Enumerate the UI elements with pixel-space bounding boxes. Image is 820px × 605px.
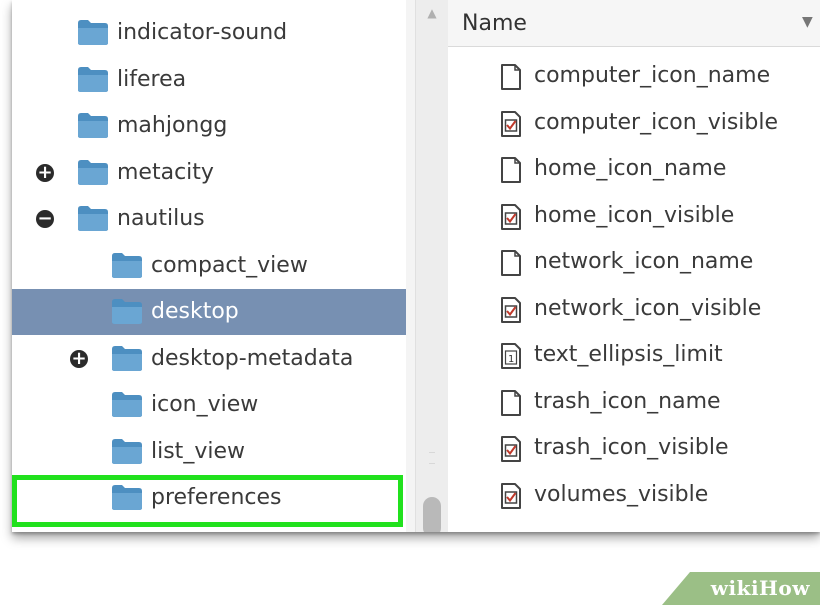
tree-item-preferences[interactable]: preferences [12,475,403,527]
scroll-grip [429,452,435,464]
key-row-computer_icon_visible[interactable]: computer_icon_visible [448,101,820,147]
checkbox-icon [500,203,522,231]
key-label: trash_icon_visible [534,435,729,460]
checkbox-icon [500,435,522,463]
string-icon [500,249,522,277]
tree-item-compact_view[interactable]: compact_view [12,243,406,289]
folder-icon [76,17,110,47]
collapse-minus-icon[interactable]: − [36,210,54,228]
tree-item-label: desktop [151,299,239,324]
folder-icon [110,250,144,280]
integer-icon: 1 [500,342,522,370]
svg-text:1: 1 [508,354,514,365]
key-row-volumes_visible[interactable]: volumes_visible [448,473,820,519]
key-row-network_icon_visible[interactable]: network_icon_visible [448,287,820,333]
key-row-computer_icon_name[interactable]: computer_icon_name [448,54,820,100]
tree-item-mahjongg[interactable]: mahjongg [12,103,406,149]
key-row-trash_icon_visible[interactable]: trash_icon_visible [448,426,820,472]
schema-tree: indicator-sound liferea mahjongg + metacity −… [12,0,406,532]
key-label: computer_icon_name [534,63,771,88]
checkbox-icon [500,296,522,324]
string-icon [500,63,522,91]
folder-icon [76,110,110,140]
tree-item-list_view[interactable]: list_view [12,429,406,475]
key-row-home_icon_visible[interactable]: home_icon_visible [448,194,820,240]
watermark-text: wikiHow [710,576,810,600]
string-icon [500,389,522,417]
tree-item-label: desktop-metadata [151,345,354,371]
tree-item-metacity[interactable]: + metacity [12,150,406,196]
wikihow-watermark: wikiHow [662,572,820,605]
tree-item-label: metacity [117,159,214,185]
scroll-up-arrow-icon[interactable]: ▲ [424,6,440,20]
tree-item-label: liferea [117,66,187,92]
tree-item-desktop-metadata[interactable]: + desktop-metadata [12,336,406,382]
tree-item-indicator-sound[interactable]: indicator-sound [12,10,406,56]
tree-item-icon_view[interactable]: icon_view [12,382,406,428]
key-row-trash_icon_name[interactable]: trash_icon_name [448,380,820,426]
dconf-editor-window: indicator-sound liferea mahjongg + metacity −… [12,0,820,532]
folder-icon [76,157,110,187]
key-list: Name ▼ computer_icon_name computer_icon_v… [448,0,820,532]
tree-item-liferea[interactable]: liferea [12,57,406,103]
column-header-name[interactable]: Name [462,10,527,38]
key-label: home_icon_name [534,156,727,181]
key-label: network_icon_visible [534,295,762,321]
expand-plus-icon[interactable]: + [70,349,88,368]
expand-plus-icon[interactable]: + [36,163,54,182]
key-row-text_ellipsis_limit[interactable]: 1 text_ellipsis_limit [448,333,820,379]
tree-item-label: icon_view [151,392,259,417]
tree-item-label: mahjongg [117,113,228,138]
tree-item-nautilus[interactable]: − nautilus [12,196,406,242]
key-label: trash_icon_name [534,388,721,414]
folder-icon [110,389,144,419]
scroll-thumb[interactable] [423,497,441,532]
folder-icon [110,436,144,466]
folder-icon [76,203,110,233]
key-row-home_icon_name[interactable]: home_icon_name [448,147,820,193]
folder-icon [110,296,144,326]
key-label: text_ellipsis_limit [534,342,723,367]
checkbox-icon [500,110,522,138]
folder-icon [110,482,144,512]
tree-item-label: preferences [151,485,282,510]
tree-item-label: nautilus [117,206,205,231]
tree-item-desktop[interactable]: desktop [12,289,406,335]
key-label: volumes_visible [534,481,709,507]
tree-scrollbar[interactable]: ▲ [415,0,449,532]
tree-item-label: list_view [151,438,245,464]
key-label: network_icon_name [534,249,754,274]
folder-icon [110,343,144,373]
column-header[interactable]: Name ▼ [448,0,820,47]
tree-item-label: indicator-sound [117,20,288,45]
folder-icon [76,64,110,94]
key-label: home_icon_visible [534,202,735,228]
sort-down-icon[interactable]: ▼ [802,14,813,30]
checkbox-icon [500,482,522,510]
string-icon [500,156,522,184]
key-label: computer_icon_visible [534,109,779,135]
tree-item-label: compact_view [151,252,308,278]
key-row-network_icon_name[interactable]: network_icon_name [448,240,820,286]
